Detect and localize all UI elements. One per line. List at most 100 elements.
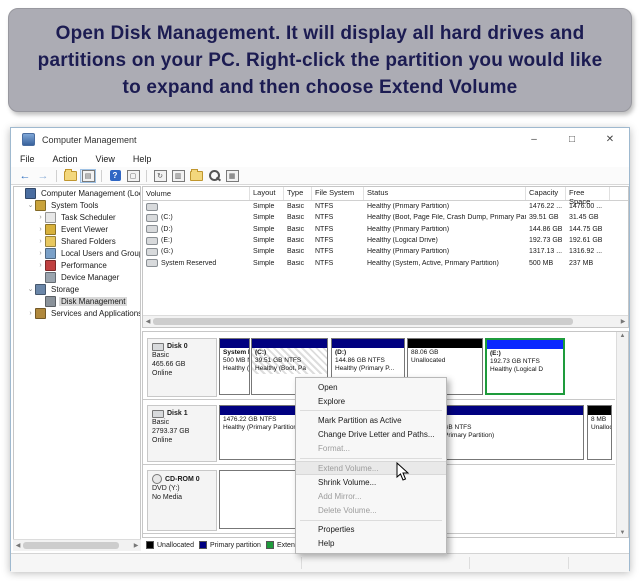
partition-text-line: 500 MB NTFS	[223, 357, 246, 365]
volume-cell: Basic	[284, 214, 312, 221]
volume-row[interactable]: (E:)SimpleBasicNTFSHealthy (Logical Driv…	[143, 235, 628, 246]
up-one-level-icon[interactable]	[62, 169, 78, 183]
column-header-file-system[interactable]: File System	[312, 187, 364, 200]
open-folder-icon[interactable]	[188, 169, 204, 183]
graphical-vertical-scrollbar[interactable]: ▲ ▼	[616, 332, 628, 537]
menubar-item-action[interactable]: Action	[44, 154, 87, 164]
tree-item-services-and-applications[interactable]: › Services and Applications	[14, 307, 140, 319]
tree-horizontal-scrollbar[interactable]: ◀ ▶	[13, 539, 141, 551]
column-header-capacity[interactable]: Capacity	[526, 187, 566, 200]
close-button[interactable]: ✕	[591, 128, 629, 151]
column-header-status[interactable]: Status	[364, 187, 526, 200]
partition-text-line: Unallocated	[411, 357, 479, 365]
partition-text-line: Healthy (Boot, Pa	[255, 365, 324, 373]
volume-cell: Basic	[284, 226, 312, 233]
context-menu-item-open[interactable]: Open	[296, 380, 446, 394]
context-menu-item-add-mirror[interactable]: Add Mirror...	[296, 489, 446, 503]
instruction-banner: Open Disk Management. It will display al…	[8, 8, 632, 112]
column-header-volume[interactable]: Volume	[143, 187, 250, 200]
column-header-free-space[interactable]: Free Space	[566, 187, 610, 200]
volume-cell: 192.73 GB	[526, 237, 566, 244]
context-menu-item-properties[interactable]: Properties	[296, 523, 446, 537]
maximize-button[interactable]: □	[553, 128, 591, 151]
volume-row[interactable]: System ReservedSimpleBasicNTFSHealthy (S…	[143, 257, 628, 268]
partition-info: System Reserved500 MB NTFSHealthy (Syste…	[220, 348, 249, 374]
tree-expander-icon[interactable]: ›	[36, 226, 45, 233]
tree-item-device-manager[interactable]: Device Manager	[14, 271, 140, 283]
scroll-right-icon[interactable]: ▶	[131, 542, 141, 549]
snap-in-icon[interactable]: ▦	[224, 169, 240, 183]
tree-item-system-tools[interactable]: ⌄System Tools	[14, 199, 140, 211]
volume-name-cell: (G:)	[143, 248, 250, 256]
tree-expander-icon[interactable]: ›	[26, 310, 35, 317]
volume-row[interactable]: (D:)SimpleBasicNTFSHealthy (Primary Part…	[143, 224, 628, 235]
tree-item-label: Performance	[59, 261, 109, 270]
partition-e[interactable]: (E:)192.73 GB NTFSHealthy (Logical D	[485, 338, 565, 395]
tree-expander-icon[interactable]: ⌄	[26, 285, 35, 293]
tree-item-performance[interactable]: › Performance	[14, 259, 140, 271]
tree-item-task-scheduler[interactable]: ›Task Scheduler	[14, 211, 140, 223]
disk-name: Disk 0	[152, 342, 212, 351]
tree-expander-icon[interactable]: ⌄	[26, 201, 35, 209]
title-bar[interactable]: Computer Management – □ ✕	[11, 128, 629, 151]
context-menu-item-explore[interactable]: Explore	[296, 394, 446, 408]
disk-name-text: CD-ROM 0	[165, 475, 200, 484]
tree-item-storage[interactable]: ⌄Storage	[14, 283, 140, 295]
tree-item-disk-management[interactable]: Disk Management	[14, 295, 140, 307]
volume-list-body: SimpleBasicNTFSHealthy (Primary Partitio…	[143, 201, 628, 269]
volume-row[interactable]: (C:)SimpleBasicNTFSHealthy (Boot, Page F…	[143, 212, 628, 223]
partition-color-bar	[252, 339, 327, 348]
scrollbar-thumb[interactable]	[153, 318, 573, 325]
tree-expander-icon[interactable]: ›	[36, 250, 45, 257]
disk-label-0[interactable]: Disk 0Basic465.66 GBOnline	[147, 338, 217, 397]
context-menu-item-help[interactable]: Help	[296, 537, 446, 551]
minimize-button[interactable]: –	[515, 128, 553, 151]
volume-row[interactable]: SimpleBasicNTFSHealthy (Primary Partitio…	[143, 201, 628, 212]
context-menu-item-extend-volume[interactable]: Extend Volume...	[296, 461, 446, 475]
refresh-icon[interactable]: ↻	[152, 169, 168, 183]
tree-item-local-users-and-groups[interactable]: ›Local Users and Groups	[14, 247, 140, 259]
find-icon[interactable]	[206, 169, 222, 183]
tree-item-shared-folders[interactable]: ›Shared Folders	[14, 235, 140, 247]
tree-expander-icon[interactable]: ›	[36, 262, 45, 269]
tree-item-event-viewer[interactable]: ›Event Viewer	[14, 223, 140, 235]
context-menu-item-change-drive-letter-and-paths[interactable]: Change Drive Letter and Paths...	[296, 428, 446, 442]
scroll-left-icon[interactable]: ◀	[143, 318, 153, 325]
show-console-tree-icon[interactable]: ▤	[80, 169, 96, 183]
tree-expander-icon[interactable]: ›	[36, 238, 45, 245]
column-header-layout[interactable]: Layout	[250, 187, 284, 200]
volume-list-header[interactable]: VolumeLayoutTypeFile SystemStatusCapacit…	[143, 187, 628, 201]
export-list-icon[interactable]: ▥	[170, 169, 186, 183]
tree-expander-icon[interactable]: ›	[36, 214, 45, 221]
menubar-item-file[interactable]: File	[11, 154, 44, 164]
scroll-right-icon[interactable]: ▶	[618, 318, 628, 325]
menubar-item-view[interactable]: View	[87, 154, 124, 164]
help-icon[interactable]: ?	[107, 169, 123, 183]
context-menu-item-shrink-volume[interactable]: Shrink Volume...	[296, 475, 446, 489]
volume-cell: 144.75 GB	[566, 226, 610, 233]
volume-cell: NTFS	[312, 260, 364, 267]
disk-label-line: DVD (Y:)	[152, 484, 212, 493]
back-icon[interactable]: ←	[17, 169, 33, 183]
scroll-down-icon[interactable]: ▼	[620, 530, 626, 536]
scroll-left-icon[interactable]: ◀	[13, 542, 23, 549]
context-menu-item-mark-partition-as-active[interactable]: Mark Partition as Active	[296, 413, 446, 427]
partition-system-reserved[interactable]: System Reserved500 MB NTFSHealthy (Syste…	[219, 338, 250, 395]
tree-item-label: Services and Applications	[49, 309, 141, 318]
menubar-item-help[interactable]: Help	[124, 154, 161, 164]
tree-item-computer-management-local[interactable]: Computer Management (Local	[14, 187, 140, 199]
refresh-icon: ↻	[154, 170, 167, 182]
context-menu-item-format[interactable]: Format...	[296, 442, 446, 456]
column-header-type[interactable]: Type	[284, 187, 312, 200]
context-menu-item-delete-volume[interactable]: Delete Volume...	[296, 504, 446, 518]
unallocated-8mb[interactable]: 8 MBUnallocated	[587, 405, 612, 460]
volume-row[interactable]: (G:)SimpleBasicNTFSHealthy (Primary Part…	[143, 246, 628, 257]
disk-label-1[interactable]: Disk 1Basic2793.37 GBOnline	[147, 405, 217, 462]
disk-name-text: Disk 0	[167, 342, 188, 351]
forward-icon[interactable]: →	[35, 169, 51, 183]
scroll-up-icon[interactable]: ▲	[620, 333, 626, 339]
volume-horizontal-scrollbar[interactable]: ◀ ▶	[143, 315, 628, 327]
disk-label-2[interactable]: CD-ROM 0DVD (Y:)No Media	[147, 470, 217, 531]
properties-window-icon[interactable]: ▢	[125, 169, 141, 183]
scrollbar-thumb[interactable]	[23, 542, 119, 549]
